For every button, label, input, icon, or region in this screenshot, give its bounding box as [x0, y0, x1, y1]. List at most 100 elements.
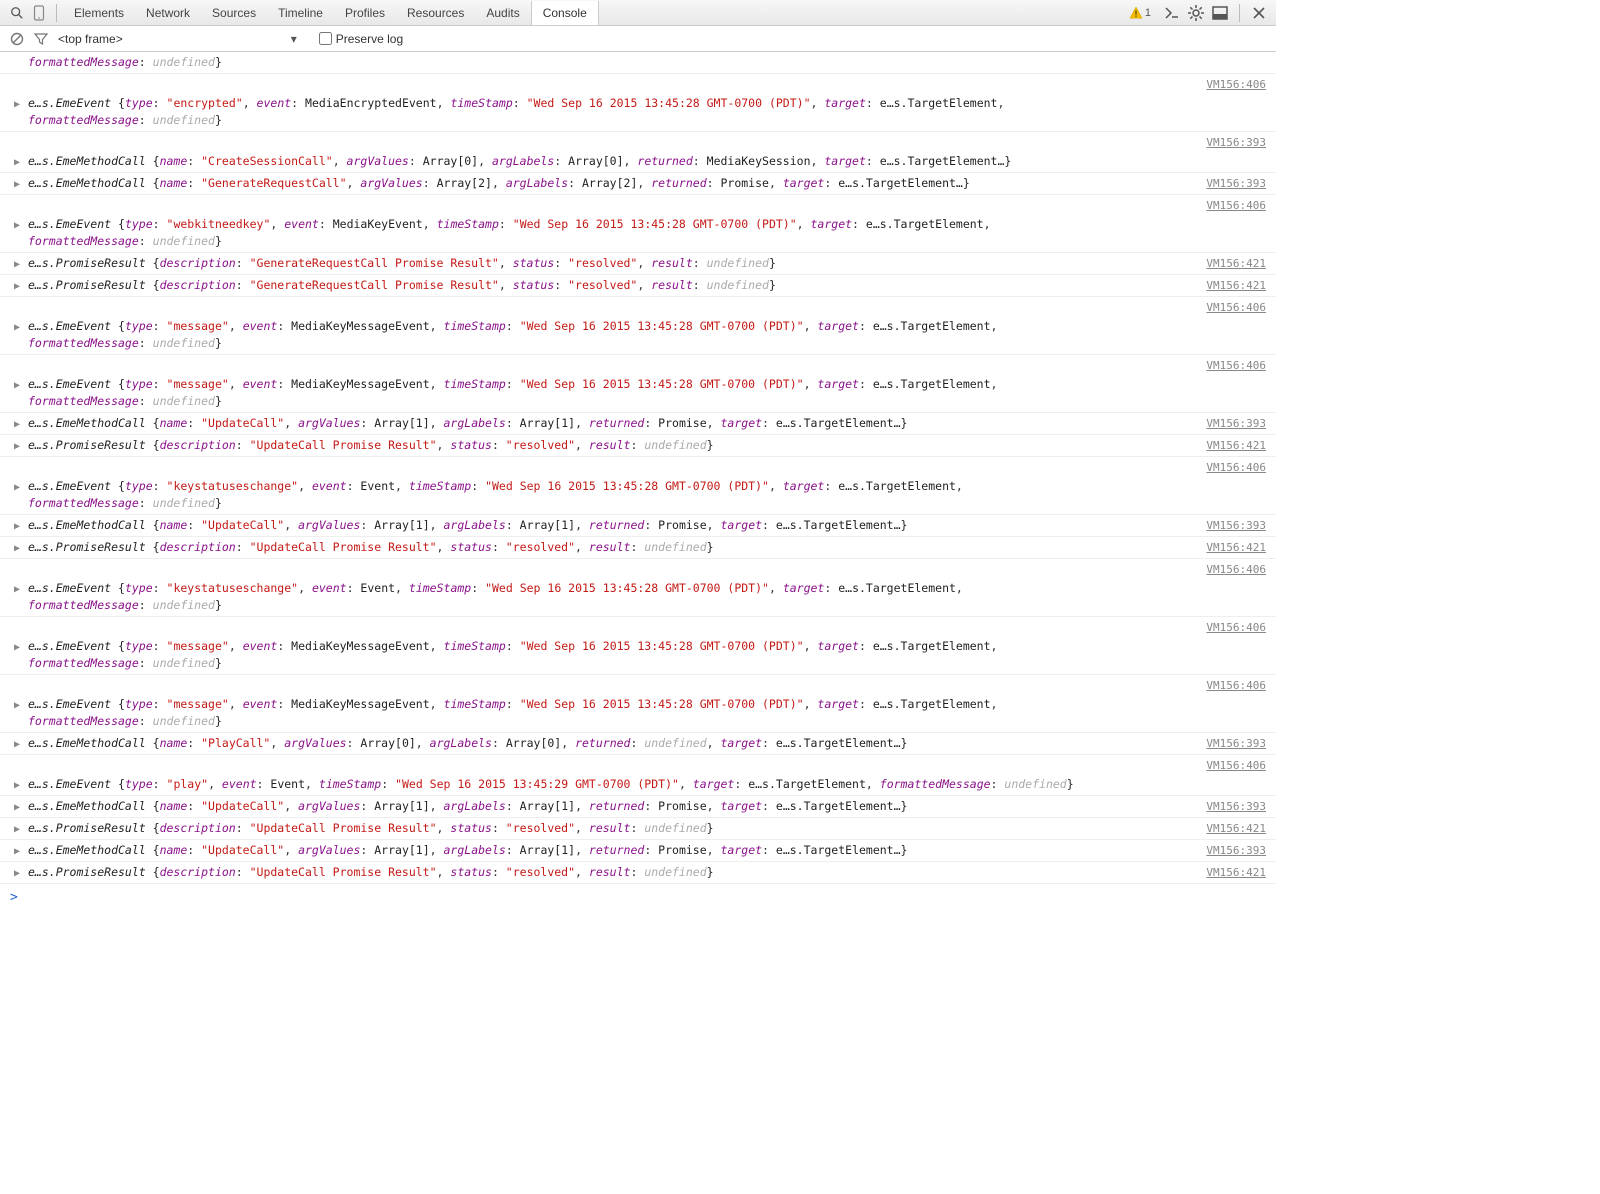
dock-icon[interactable]	[1209, 2, 1231, 24]
console-prompt-icon[interactable]	[1161, 2, 1183, 24]
log-entry[interactable]: VM156:421▶e…s.PromiseResult {description…	[0, 275, 1276, 297]
source-link[interactable]: VM156:421	[1206, 277, 1266, 294]
expand-arrow-icon[interactable]: ▶	[14, 278, 20, 295]
source-link[interactable]: VM156:406	[0, 559, 1276, 578]
log-entry[interactable]: VM156:393▶e…s.EmeMethodCall {name: "Upda…	[0, 840, 1276, 862]
tab-elements[interactable]: Elements	[63, 1, 135, 25]
preserve-log-label: Preserve log	[336, 32, 403, 46]
log-entry[interactable]: VM156:406	[0, 74, 1276, 93]
log-entry[interactable]: VM156:393▶e…s.EmeMethodCall {name: "Gene…	[0, 173, 1276, 195]
log-entry[interactable]: VM156:406	[0, 457, 1276, 476]
source-link[interactable]: VM156:406	[0, 195, 1276, 214]
source-link[interactable]: VM156:393	[1206, 175, 1266, 192]
log-entry[interactable]: VM156:406	[0, 195, 1276, 214]
expand-arrow-icon[interactable]: ▶	[14, 777, 20, 794]
console-input-prompt[interactable]: >	[0, 884, 1276, 911]
source-link[interactable]: VM156:406	[0, 355, 1276, 374]
tab-resources[interactable]: Resources	[396, 1, 475, 25]
preserve-log-input[interactable]	[319, 32, 332, 45]
log-entry[interactable]: VM156:406	[0, 755, 1276, 774]
expand-arrow-icon[interactable]: ▶	[14, 540, 20, 557]
log-entry[interactable]: VM156:421▶e…s.PromiseResult {description…	[0, 435, 1276, 457]
log-entry[interactable]: VM156:393	[0, 132, 1276, 151]
source-link[interactable]: VM156:406	[0, 74, 1276, 93]
log-entry[interactable]: ▶e…s.EmeEvent {type: "message", event: M…	[0, 636, 1276, 675]
search-icon[interactable]	[6, 2, 28, 24]
source-link[interactable]: VM156:393	[1206, 517, 1266, 534]
frame-select[interactable]: <top frame> ▾	[58, 32, 297, 46]
expand-arrow-icon[interactable]: ▶	[14, 154, 20, 171]
log-entry[interactable]: ▶e…s.EmeEvent {type: "encrypted", event:…	[0, 93, 1276, 132]
source-link[interactable]: VM156:421	[1206, 255, 1266, 272]
log-entry[interactable]: VM156:421▶e…s.PromiseResult {description…	[0, 862, 1276, 884]
source-link[interactable]: VM156:393	[0, 132, 1276, 151]
expand-arrow-icon[interactable]: ▶	[14, 581, 20, 598]
expand-arrow-icon[interactable]: ▶	[14, 438, 20, 455]
tab-timeline[interactable]: Timeline	[267, 1, 334, 25]
expand-arrow-icon[interactable]: ▶	[14, 865, 20, 882]
expand-arrow-icon[interactable]: ▶	[14, 697, 20, 714]
expand-arrow-icon[interactable]: ▶	[14, 799, 20, 816]
source-link[interactable]: VM156:406	[0, 297, 1276, 316]
log-entry[interactable]: VM156:393▶e…s.EmeMethodCall {name: "Upda…	[0, 515, 1276, 537]
expand-arrow-icon[interactable]: ▶	[14, 256, 20, 273]
expand-arrow-icon[interactable]: ▶	[14, 821, 20, 838]
source-link[interactable]: VM156:421	[1206, 864, 1266, 881]
log-entry[interactable]: ▶e…s.EmeEvent {type: "message", event: M…	[0, 316, 1276, 355]
gear-icon[interactable]	[1185, 2, 1207, 24]
log-entry[interactable]: VM156:406	[0, 559, 1276, 578]
source-link[interactable]: VM156:421	[1206, 820, 1266, 837]
source-link[interactable]: VM156:406	[0, 675, 1276, 694]
log-entry[interactable]: VM156:406	[0, 355, 1276, 374]
expand-arrow-icon[interactable]: ▶	[14, 217, 20, 234]
divider	[56, 4, 57, 22]
expand-arrow-icon[interactable]: ▶	[14, 319, 20, 336]
source-link[interactable]: VM156:393	[1206, 842, 1266, 859]
expand-arrow-icon[interactable]: ▶	[14, 843, 20, 860]
log-entry[interactable]: VM156:393▶e…s.EmeMethodCall {name: "Upda…	[0, 413, 1276, 435]
close-icon[interactable]	[1248, 2, 1270, 24]
clear-console-icon[interactable]	[10, 32, 24, 46]
source-link[interactable]: VM156:421	[1206, 539, 1266, 556]
log-entry[interactable]: ▶e…s.EmeEvent {type: "message", event: M…	[0, 374, 1276, 413]
log-entry[interactable]: VM156:421▶e…s.PromiseResult {description…	[0, 253, 1276, 275]
expand-arrow-icon[interactable]: ▶	[14, 479, 20, 496]
log-entry[interactable]: VM156:421▶e…s.PromiseResult {description…	[0, 818, 1276, 840]
warning-count[interactable]: 1	[1129, 6, 1151, 20]
log-entry[interactable]: ▶e…s.EmeEvent {type: "play", event: Even…	[0, 774, 1276, 796]
source-link[interactable]: VM156:406	[0, 617, 1276, 636]
log-entry[interactable]: ▶e…s.EmeEvent {type: "keystatuseschange"…	[0, 578, 1276, 617]
tab-console[interactable]: Console	[531, 1, 599, 25]
expand-arrow-icon[interactable]: ▶	[14, 416, 20, 433]
source-link[interactable]: VM156:421	[1206, 437, 1266, 454]
tab-audits[interactable]: Audits	[475, 1, 530, 25]
filter-icon[interactable]	[34, 32, 48, 46]
log-entry[interactable]: VM156:406	[0, 675, 1276, 694]
log-entry[interactable]: VM156:393▶e…s.EmeMethodCall {name: "Play…	[0, 733, 1276, 755]
device-icon[interactable]	[28, 2, 50, 24]
log-entry[interactable]: VM156:393▶e…s.EmeMethodCall {name: "Upda…	[0, 796, 1276, 818]
source-link[interactable]: VM156:406	[0, 755, 1276, 774]
tab-profiles[interactable]: Profiles	[334, 1, 396, 25]
expand-arrow-icon[interactable]: ▶	[14, 377, 20, 394]
expand-arrow-icon[interactable]: ▶	[14, 518, 20, 535]
tab-network[interactable]: Network	[135, 1, 201, 25]
expand-arrow-icon[interactable]: ▶	[14, 639, 20, 656]
source-link[interactable]: VM156:393	[1206, 735, 1266, 752]
log-entry[interactable]: ▶e…s.EmeEvent {type: "keystatuseschange"…	[0, 476, 1276, 515]
source-link[interactable]: VM156:406	[0, 457, 1276, 476]
expand-arrow-icon[interactable]: ▶	[14, 736, 20, 753]
log-entry[interactable]: VM156:406	[0, 297, 1276, 316]
log-entry[interactable]: VM156:406	[0, 617, 1276, 636]
expand-arrow-icon[interactable]: ▶	[14, 176, 20, 193]
expand-arrow-icon[interactable]: ▶	[14, 96, 20, 113]
log-entry[interactable]: ▶e…s.EmeEvent {type: "message", event: M…	[0, 694, 1276, 733]
tab-sources[interactable]: Sources	[201, 1, 267, 25]
log-entry[interactable]: ▶e…s.EmeMethodCall {name: "CreateSession…	[0, 151, 1276, 173]
source-link[interactable]: VM156:393	[1206, 798, 1266, 815]
log-entry[interactable]: formattedMessage: undefined}	[0, 52, 1276, 74]
source-link[interactable]: VM156:393	[1206, 415, 1266, 432]
preserve-log-checkbox[interactable]: Preserve log	[319, 32, 403, 46]
log-entry[interactable]: ▶e…s.EmeEvent {type: "webkitneedkey", ev…	[0, 214, 1276, 253]
log-entry[interactable]: VM156:421▶e…s.PromiseResult {description…	[0, 537, 1276, 559]
